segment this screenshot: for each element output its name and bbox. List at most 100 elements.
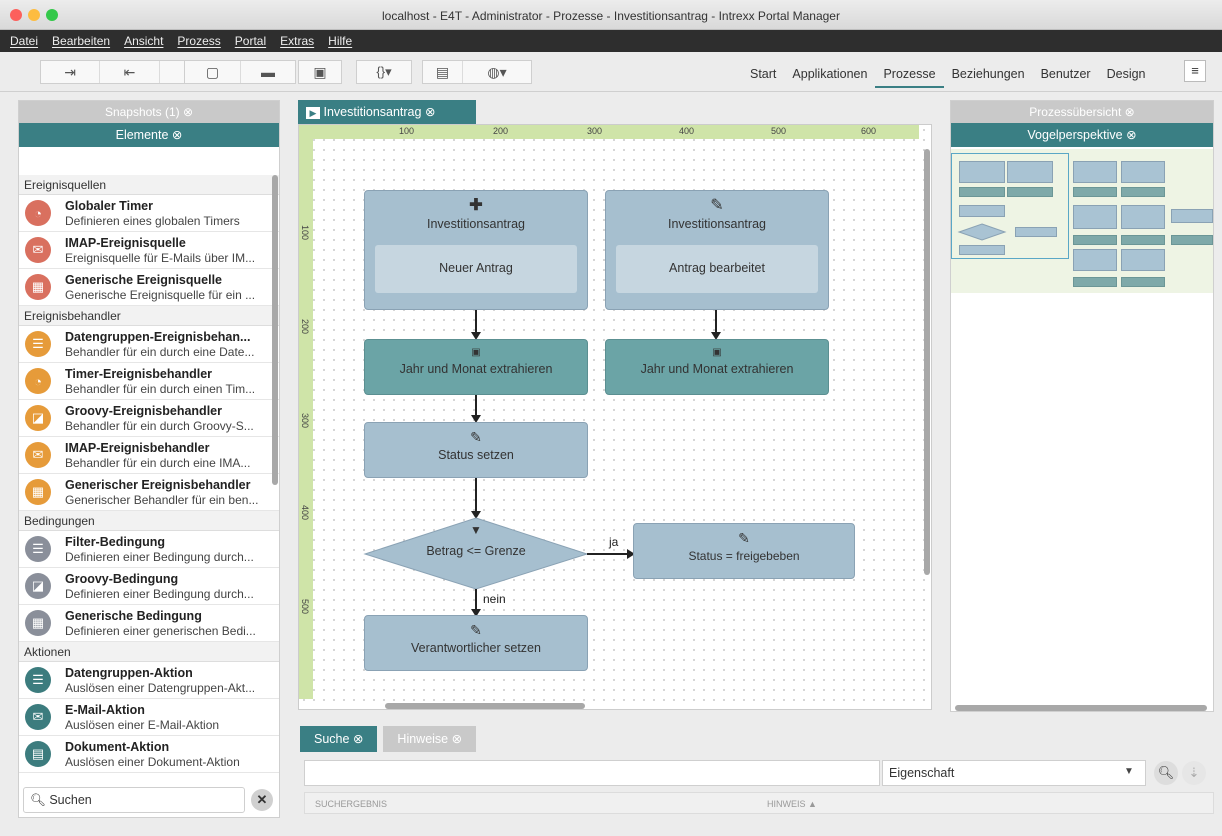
column-header-result[interactable]: SUCHERGEBNIS [315,799,387,809]
export-icon[interactable]: ⇤ [100,61,160,83]
element-list: Ereignisquellen ◔ Globaler Timer Definieren… [19,175,279,773]
menu-ansicht[interactable]: Ansicht [124,34,163,48]
connector-line [475,310,477,334]
search-input[interactable] [304,760,880,786]
document-icon[interactable]: ▤ [423,61,463,83]
pencil-icon: ✎ [470,622,482,638]
mini-node [959,161,1005,183]
element-list-item[interactable]: ▦ Generische Bedingung Definieren einer ge… [19,605,279,642]
groovy-icon: ▣ [471,347,481,358]
nav-applikationen[interactable]: Applikationen [784,66,875,88]
toolbar-group-2: ▢ ▬ [184,60,296,84]
event-source-node[interactable]: ✚ Investitionsantrag Neuer Antrag [364,190,588,310]
element-list-item[interactable]: ◔ Globaler Timer Definieren eines globalen… [19,195,279,232]
mini-node [959,245,1005,255]
hamburger-menu-icon[interactable]: ≡ [1184,60,1206,82]
tab-suche[interactable]: Suche ⊗ [300,726,378,752]
element-list-item[interactable]: ▤ Dokument-Aktion Auslösen einer Dokument-… [19,736,279,773]
tab-investitionsantrag[interactable]: ▶ Investitionsantrag ⊗ [298,100,476,124]
groovy-action-node[interactable]: ▣ Jahr und Monat extrahieren [605,339,829,395]
horizontal-scrollbar[interactable] [955,705,1207,711]
chevron-down-icon[interactable]: ▼ [1124,766,1134,777]
node-title: Investitionsantrag [427,217,525,231]
ruler-label: 600 [861,126,877,136]
close-icon[interactable]: ⊗ [172,128,182,142]
process-canvas[interactable]: 100 200 300 400 500 600 100 200 300 400 … [298,124,932,710]
groovy-action-node[interactable]: ▣ Jahr und Monat extrahieren [364,339,588,395]
close-icon[interactable]: ⊗ [425,105,435,119]
data-action-node[interactable]: ✎ Verantwortlicher setzen [364,615,588,671]
tab-elemente[interactable]: Elemente ⊗ [19,123,279,147]
bird-label: Vogelperspektive [1027,128,1123,142]
data-action-node[interactable]: ✎ Status setzen [364,422,588,478]
search-icon[interactable]: 🔍︎ [1154,761,1178,785]
menu-portal[interactable]: Portal [235,34,266,48]
nav-beziehungen[interactable]: Beziehungen [944,66,1033,88]
database-icon: ☰ [25,667,51,693]
property-select[interactable]: Eigenschaft [882,760,1146,786]
element-list-item[interactable]: ◔ Timer-Ereignisbehandler Behandler für ei… [19,363,279,400]
element-description: Definieren einer generischen Bedi... [65,623,256,638]
tab-label: Hinweise [397,732,449,746]
menu-hilfe[interactable]: Hilfe [328,34,352,48]
element-list-item[interactable]: ☰ Filter-Bedingung Definieren einer Beding… [19,531,279,568]
data-action-node[interactable]: ✎ Status = freigebeben [633,523,855,579]
download-icon[interactable]: ⇣ [1182,761,1206,785]
open-folder-icon[interactable]: ▬ [241,61,295,83]
menu-prozess[interactable]: Prozess [177,34,220,48]
tab-prozessuebersicht[interactable]: Prozessübersicht ⊗ [951,101,1213,123]
menu-bearbeiten[interactable]: Bearbeiten [52,34,110,48]
tab-snapshots[interactable]: Snapshots (1) ⊗ [19,101,279,123]
document-icon: ▤ [25,741,51,767]
element-list-item[interactable]: ◪ Groovy-Bedingung Definieren einer Beding… [19,568,279,605]
close-icon[interactable]: ⊗ [183,105,193,119]
scrollbar[interactable] [272,175,278,485]
web-dropdown-icon[interactable]: ◍▾ [463,61,531,83]
birds-eye-view[interactable] [951,149,1213,293]
column-header-hint[interactable]: HINWEIS ▲ [767,799,817,809]
element-list-item[interactable]: ✉ E-Mail-Aktion Auslösen einer E-Mail-Akti… [19,699,279,736]
timer-icon: ◔ [25,200,51,226]
mini-node [1121,235,1165,245]
mini-node [1171,209,1213,223]
code-dropdown-icon[interactable]: {}▾ [357,61,411,83]
import-icon[interactable]: ⇥ [41,61,101,83]
property-value: Eigenschaft [889,766,955,780]
process-icon: ▶ [306,107,320,119]
save-icon[interactable]: ▣ [299,61,341,83]
clear-search-icon[interactable]: ✕ [251,789,273,811]
new-file-icon[interactable]: ▢ [185,61,241,83]
element-list-item[interactable]: ✉ IMAP-Ereignisbehandler Behandler für ein… [19,437,279,474]
element-list-item[interactable]: ☰ Datengruppen-Ereignisbehan... Behandler … [19,326,279,363]
nav-prozesse[interactable]: Prozesse [875,66,944,88]
mini-node [1073,187,1117,197]
horizontal-scrollbar[interactable] [385,703,585,709]
node-label: Verantwortlicher setzen [411,641,541,655]
close-icon[interactable]: ⊗ [452,732,462,746]
event-source-node[interactable]: ✎ Investitionsantrag Antrag bearbeitet [605,190,829,310]
nav-design[interactable]: Design [1099,66,1154,88]
nav-benutzer[interactable]: Benutzer [1033,66,1099,88]
mail-icon: ✉ [25,442,51,468]
close-icon[interactable]: ⊗ [353,732,363,746]
nav-start[interactable]: Start [742,66,784,88]
element-list-item[interactable]: ◪ Groovy-Ereignisbehandler Behandler für e… [19,400,279,437]
tab-hinweise[interactable]: Hinweise ⊗ [383,726,477,752]
close-icon[interactable]: ⊗ [1126,128,1136,142]
ruler-label: 400 [300,505,310,521]
element-description: Generische Ereignisquelle für ein ... [65,287,256,302]
vertical-scrollbar[interactable] [924,149,930,575]
element-title: Timer-Ereignisbehandler [65,366,213,381]
element-list-item[interactable]: ▦ Generische Ereignisquelle Generische Ere… [19,269,279,306]
element-list-item[interactable]: ☰ Datengruppen-Aktion Auslösen einer Daten… [19,662,279,699]
element-list-item[interactable]: ▦ Generischer Ereignisbehandler Generische… [19,474,279,511]
element-title: Filter-Bedingung [65,534,165,549]
filter-icon: ☰ [25,536,51,562]
menu-extras[interactable]: Extras [280,34,314,48]
menu-datei[interactable]: Datei [10,34,38,48]
close-icon[interactable]: ⊗ [1125,105,1135,119]
ruler-label: 200 [493,126,509,136]
element-list-item[interactable]: ✉ IMAP-Ereignisquelle Ereignisquelle für E… [19,232,279,269]
element-search-input[interactable]: 🔍︎ Suchen [23,787,245,813]
tab-vogelperspektive[interactable]: Vogelperspektive ⊗ [951,123,1213,147]
